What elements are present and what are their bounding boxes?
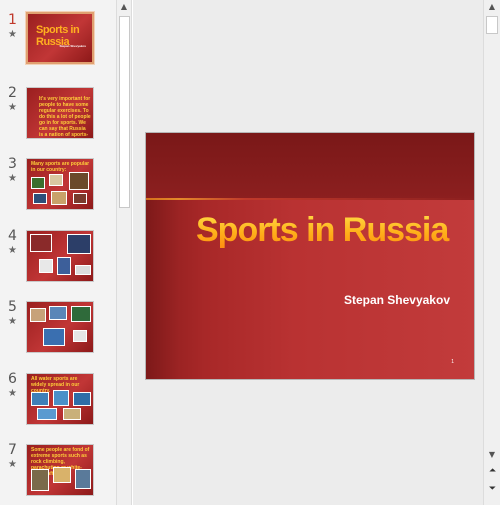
thumb-photo <box>30 234 52 252</box>
animation-star-icon: ★ <box>8 388 17 399</box>
slide-number: 1 <box>8 12 17 28</box>
slide-title[interactable]: Sports in Russia <box>196 211 474 250</box>
thumb-photo <box>31 392 49 406</box>
slide-number: 7 <box>8 442 17 458</box>
thumb-photo <box>69 172 89 190</box>
slide-thumbnail-7[interactable]: 7 ★ Some people are fond of extreme spor… <box>0 441 116 505</box>
slide-thumbnail-image[interactable]: Some people are fond of extreme sports s… <box>26 444 94 496</box>
slide-thumbnail-image[interactable]: Sports in Russia Stepan Shevyakov <box>26 12 94 64</box>
slide-subtitle[interactable]: Stepan Shevyakov <box>344 293 450 307</box>
slide-thumbnail-4[interactable]: 4 ★ <box>0 227 116 291</box>
slide-header-band <box>146 133 474 199</box>
thumbnail-scrollbar[interactable]: ▲ <box>116 0 132 505</box>
animation-star-icon: ★ <box>8 173 17 184</box>
slide-number: 6 <box>8 371 17 387</box>
thumb-photo <box>31 177 45 189</box>
thumb-photo <box>63 408 81 420</box>
slide-thumbnail-pane: 1 ★ Sports in Russia Stepan Shevyakov 2 … <box>0 0 116 505</box>
slide-thumbnail-image[interactable] <box>26 301 94 353</box>
slide-number: 2 <box>8 85 17 101</box>
animation-star-icon: ★ <box>8 459 17 470</box>
slide-number: 5 <box>8 299 17 315</box>
slide-thumbnail-image[interactable]: All water sports are widely spread in ou… <box>26 373 94 425</box>
thumb-photo <box>49 174 63 186</box>
thumb-photo <box>31 469 49 491</box>
slide-number: 4 <box>8 228 17 244</box>
scrollbar-thumb[interactable] <box>486 16 498 34</box>
thumb-photo <box>49 306 67 320</box>
slide-page-number: 1 <box>451 359 454 365</box>
scroll-down-arrow-icon[interactable]: ▼ <box>484 448 500 462</box>
scroll-up-arrow-icon[interactable]: ▲ <box>484 0 500 14</box>
thumb-photo <box>39 259 53 273</box>
animation-star-icon: ★ <box>8 29 17 40</box>
thumb-photo <box>57 257 71 275</box>
current-slide[interactable]: Sports in Russia Stepan Shevyakov 1 <box>145 132 475 380</box>
slide-thumbnail-1[interactable]: 1 ★ Sports in Russia Stepan Shevyakov <box>0 11 116 75</box>
slide-thumbnail-3[interactable]: 3 ★ Many sports are popular in our count… <box>0 155 116 219</box>
slide-thumbnail-image[interactable]: Many sports are popular in our country: <box>26 158 94 210</box>
thumb-photo <box>73 392 91 406</box>
slide-editor-area: Sports in Russia Stepan Shevyakov 1 <box>133 0 483 505</box>
slide-thumbnail-6[interactable]: 6 ★ All water sports are widely spread i… <box>0 370 116 434</box>
thumb-subtitle: Stepan Shevyakov <box>59 44 86 48</box>
thumb-photo <box>51 191 67 205</box>
scroll-up-arrow-icon[interactable]: ▲ <box>117 0 131 14</box>
thumb-photo <box>53 390 69 406</box>
slide-thumbnail-image[interactable] <box>26 230 94 282</box>
thumb-photo <box>73 193 87 204</box>
editor-scrollbar[interactable]: ▲ ▼ ⏶ ⏷ <box>483 0 500 505</box>
animation-star-icon: ★ <box>8 316 17 327</box>
animation-star-icon: ★ <box>8 102 17 113</box>
next-slide-icon[interactable]: ⏷ <box>485 482 500 496</box>
thumb-text: It's very important for people to have s… <box>39 96 91 138</box>
scrollbar-thumb[interactable] <box>119 16 130 208</box>
previous-slide-icon[interactable]: ⏶ <box>485 464 500 478</box>
thumb-photo <box>75 469 91 489</box>
slide-thumbnail-2[interactable]: 2 ★ It's very important for people to ha… <box>0 84 116 148</box>
slide-thumbnail-image[interactable]: It's very important for people to have s… <box>26 87 94 139</box>
thumb-photo <box>37 408 57 420</box>
slide-thumbnail-5[interactable]: 5 ★ <box>0 298 116 362</box>
thumb-photo <box>75 265 91 275</box>
slide-divider-line <box>146 198 474 200</box>
slide-number: 3 <box>8 156 17 172</box>
powerpoint-window: 1 ★ Sports in Russia Stepan Shevyakov 2 … <box>0 0 500 505</box>
thumb-photo <box>67 234 91 254</box>
slide-left-band <box>146 200 180 379</box>
animation-star-icon: ★ <box>8 245 17 256</box>
thumb-photo <box>53 467 71 483</box>
thumb-photo <box>71 306 91 322</box>
thumb-photo <box>33 193 47 204</box>
thumb-photo <box>30 308 46 322</box>
thumb-photo <box>43 328 65 346</box>
thumb-photo <box>73 330 87 342</box>
